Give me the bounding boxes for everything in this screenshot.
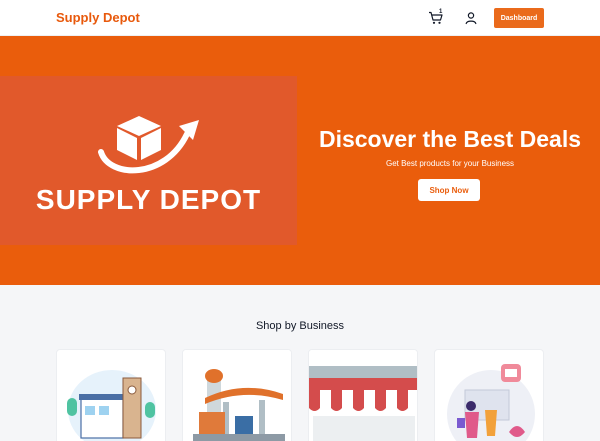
hero-banner: SUPPLY DEPOT Discover the Best Deals Get… <box>0 36 600 285</box>
gas-station-illustration-icon <box>183 350 291 441</box>
hero-subtitle: Get Best products for your Business <box>385 159 515 168</box>
hero-title: Discover the Best Deals <box>318 126 582 152</box>
business-card-shop[interactable] <box>308 349 418 441</box>
dashboard-button[interactable]: Dashboard <box>494 8 544 28</box>
cart-count-badge: 1 <box>439 9 443 15</box>
hero-logo-text: SUPPLY DEPOT <box>35 184 262 215</box>
top-navbar: Supply Depot 1 Dashboard <box>0 0 600 36</box>
brand-logo-text[interactable]: Supply Depot <box>56 10 140 25</box>
user-icon[interactable] <box>464 11 478 25</box>
shop-by-business-section: Shop by Business <box>0 285 600 441</box>
business-card-building[interactable] <box>56 349 166 441</box>
business-card-shopper[interactable] <box>434 349 544 441</box>
section-title: Shop by Business <box>255 320 345 332</box>
shopper-illustration-icon <box>447 364 535 441</box>
building-illustration-icon <box>67 370 156 441</box>
hero-logo-panel: SUPPLY DEPOT <box>0 76 297 245</box>
business-card-gas-station[interactable] <box>182 349 292 441</box>
box-arrow-logo-icon <box>98 116 199 174</box>
shop-now-button[interactable]: Shop Now <box>418 179 480 201</box>
shop-awning-illustration-icon <box>309 350 417 441</box>
